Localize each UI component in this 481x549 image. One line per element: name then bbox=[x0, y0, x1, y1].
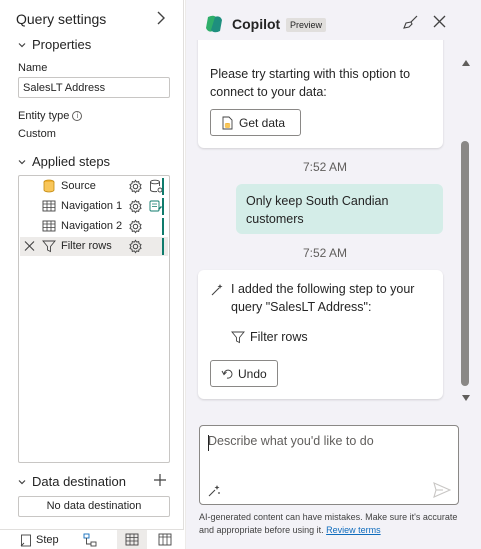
properties-section-header[interactable]: Properties bbox=[18, 37, 91, 52]
data-load-icon[interactable] bbox=[149, 199, 163, 214]
table-view-button[interactable] bbox=[117, 530, 147, 549]
step-view-button[interactable]: Step bbox=[20, 532, 59, 548]
gear-icon[interactable] bbox=[128, 239, 143, 254]
scroll-down-arrow-icon[interactable] bbox=[462, 395, 470, 401]
scroll-up-arrow-icon[interactable] bbox=[462, 60, 470, 66]
filter-icon bbox=[42, 240, 56, 253]
close-icon[interactable] bbox=[433, 15, 446, 28]
assistant-message-text: Please try starting with this option to … bbox=[210, 67, 411, 99]
query-settings-panel: Query settings Properties Name Entity ty… bbox=[0, 0, 184, 549]
step-item-navigation-1[interactable]: Navigation 1 bbox=[20, 197, 168, 216]
data-destination-label: Data destination bbox=[32, 474, 126, 489]
schema-view-icon[interactable] bbox=[158, 533, 172, 546]
gear-icon[interactable] bbox=[128, 179, 143, 194]
table-icon bbox=[42, 220, 56, 232]
assistant-message-text: I added the following step to your query… bbox=[231, 282, 415, 314]
prompt-input[interactable] bbox=[208, 434, 448, 474]
applied-steps-list: Source Navigation 1 Navigation 2 Filter … bbox=[18, 175, 170, 463]
applied-steps-label: Applied steps bbox=[32, 154, 111, 169]
chevron-down-icon bbox=[18, 42, 26, 47]
delete-step-icon[interactable] bbox=[24, 240, 35, 252]
query-settings-title: Query settings bbox=[16, 11, 107, 27]
copilot-panel: Copilot Preview Please try starting with… bbox=[185, 0, 481, 549]
entity-type-label: Entity type i bbox=[18, 110, 83, 122]
undo-icon bbox=[221, 369, 233, 379]
diagram-view-icon[interactable] bbox=[83, 533, 97, 547]
bottom-toolbar: Step bbox=[0, 529, 184, 549]
applied-steps-section-header[interactable]: Applied steps bbox=[18, 154, 110, 169]
gear-icon[interactable] bbox=[128, 219, 143, 234]
sparkle-pen-icon bbox=[211, 284, 223, 296]
prompt-guide-sparkle-icon[interactable] bbox=[207, 484, 221, 498]
step-status-bar bbox=[162, 198, 164, 215]
data-destination-section-header[interactable]: Data destination bbox=[18, 474, 126, 489]
assistant-message-header: I added the following step to your query… bbox=[210, 280, 435, 316]
text-caret bbox=[208, 435, 209, 451]
table-icon bbox=[42, 200, 56, 212]
add-icon[interactable] bbox=[153, 473, 167, 487]
chevron-down-icon bbox=[18, 159, 26, 164]
step-label: Filter rows bbox=[61, 240, 112, 252]
step-item-source[interactable]: Source bbox=[20, 177, 168, 196]
message-timestamp: 7:52 AM bbox=[302, 246, 348, 260]
assistant-message: I added the following step to your query… bbox=[198, 270, 443, 399]
gear-icon[interactable] bbox=[128, 199, 143, 214]
step-label: Source bbox=[61, 180, 96, 192]
name-label: Name bbox=[18, 62, 48, 74]
step-label: Navigation 1 bbox=[61, 200, 123, 212]
added-step-reference: Filter rows bbox=[231, 330, 308, 344]
copilot-logo-icon bbox=[206, 15, 222, 33]
step-status-bar bbox=[162, 178, 164, 195]
assistant-message: Please try starting with this option to … bbox=[198, 40, 443, 148]
table-view-icon bbox=[125, 533, 139, 546]
get-data-button[interactable]: Get data bbox=[210, 109, 301, 136]
message-timestamp: 7:52 AM bbox=[302, 160, 348, 174]
undo-label: Undo bbox=[238, 366, 267, 381]
data-destination-value[interactable]: No data destination bbox=[18, 496, 170, 517]
user-message: Only keep South Candian customers bbox=[236, 184, 443, 234]
chat-history[interactable]: Please try starting with this option to … bbox=[186, 40, 464, 410]
clear-chat-broom-icon[interactable] bbox=[403, 14, 419, 30]
chevron-right-icon[interactable] bbox=[154, 10, 168, 26]
step-status-bar bbox=[162, 238, 164, 255]
get-data-label: Get data bbox=[239, 115, 286, 130]
review-terms-link[interactable]: Review terms bbox=[326, 525, 381, 535]
entity-type-text: Entity type bbox=[18, 110, 70, 122]
get-data-icon bbox=[222, 116, 233, 129]
chevron-down-icon bbox=[18, 479, 26, 484]
chat-scrollbar[interactable] bbox=[460, 56, 470, 408]
info-icon[interactable]: i bbox=[72, 111, 83, 121]
added-step-label: Filter rows bbox=[250, 330, 308, 344]
prompt-box[interactable] bbox=[199, 425, 459, 505]
step-label: Step bbox=[36, 534, 59, 546]
scroll-thumb[interactable] bbox=[461, 141, 469, 386]
query-name-field[interactable] bbox=[18, 77, 170, 98]
copilot-title: Copilot bbox=[232, 16, 281, 32]
step-item-filter-rows[interactable]: Filter rows bbox=[20, 237, 168, 256]
step-icon bbox=[20, 534, 31, 546]
entity-type-value: Custom bbox=[18, 128, 56, 140]
step-item-navigation-2[interactable]: Navigation 2 bbox=[20, 217, 168, 236]
properties-label: Properties bbox=[32, 37, 92, 52]
database-icon bbox=[43, 179, 55, 193]
ai-disclaimer: AI-generated content can have mistakes. … bbox=[199, 511, 461, 537]
undo-button[interactable]: Undo bbox=[210, 360, 278, 387]
database-settings-icon[interactable] bbox=[149, 179, 163, 194]
filter-icon bbox=[231, 331, 245, 344]
step-label: Navigation 2 bbox=[61, 220, 123, 232]
send-icon[interactable] bbox=[433, 482, 451, 498]
step-status-bar bbox=[162, 218, 164, 235]
preview-badge: Preview bbox=[286, 18, 327, 32]
